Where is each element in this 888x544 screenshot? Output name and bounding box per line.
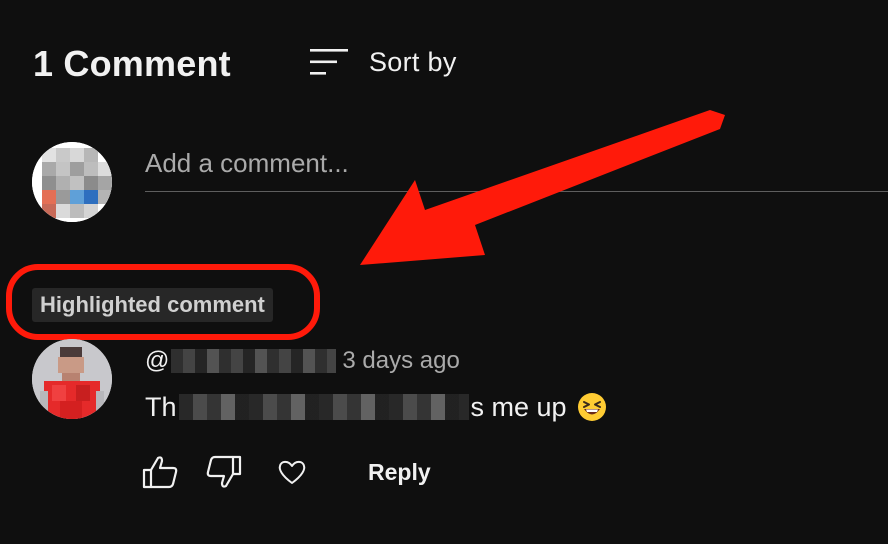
annotation-arrow: [360, 110, 725, 265]
sort-label: Sort by: [369, 46, 457, 77]
comments-count: 1 Comment: [33, 43, 231, 84]
comment-actions: Reply: [140, 452, 431, 492]
pixelated-commenter-image: [32, 339, 112, 419]
comment-author[interactable]: @: [145, 347, 169, 375]
comment-header: @ 3 days ago: [145, 345, 460, 377]
comment-text-redacted: [178, 394, 469, 420]
commenter-avatar[interactable]: [32, 339, 112, 419]
grinning-squinting-face-emoji: [577, 393, 606, 421]
heart-button[interactable]: [272, 452, 312, 492]
highlighted-comment-badge: Highlighted comment: [32, 288, 273, 322]
sort-by-button[interactable]: Sort by: [310, 44, 457, 80]
thumbs-up-icon: [142, 456, 178, 489]
sort-icon: [310, 49, 348, 75]
comment-text-start: Th: [145, 391, 177, 422]
like-button[interactable]: [140, 452, 180, 492]
heart-icon: [278, 460, 306, 484]
comment-timestamp[interactable]: 3 days ago: [342, 347, 459, 375]
comment-text: Th s me up: [145, 389, 607, 425]
reply-button[interactable]: Reply: [368, 459, 431, 486]
dislike-button[interactable]: [204, 452, 244, 492]
user-avatar: [32, 142, 112, 222]
thumbs-down-icon: [206, 455, 242, 488]
comment-text-end: s me up: [470, 391, 567, 422]
pixelated-avatar-image: [32, 142, 112, 222]
author-name-redacted: [171, 349, 337, 373]
